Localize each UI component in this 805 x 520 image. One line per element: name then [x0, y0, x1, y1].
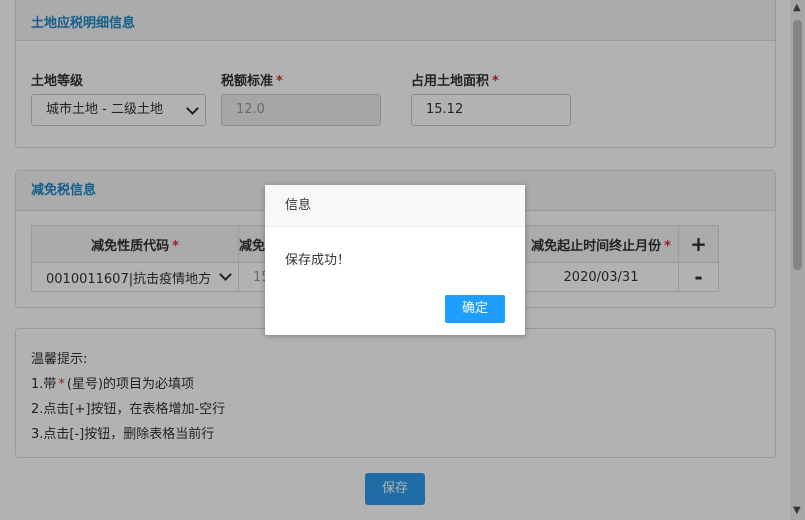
info-dialog: 信息 保存成功！ 确定: [265, 185, 525, 335]
dialog-title: 信息: [265, 185, 525, 227]
dialog-message: 保存成功！: [285, 253, 351, 268]
confirm-button[interactable]: 确定: [445, 295, 505, 323]
